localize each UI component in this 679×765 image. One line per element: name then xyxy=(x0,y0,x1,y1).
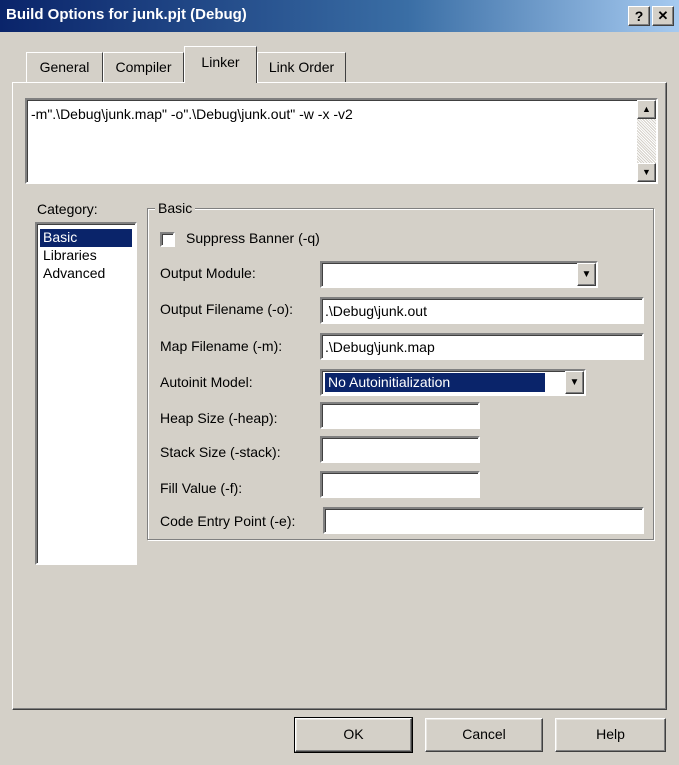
code-entry-point-label: Code Entry Point (-e): xyxy=(160,513,296,529)
close-icon[interactable]: ✕ xyxy=(652,6,674,26)
tab-linker[interactable]: Linker xyxy=(184,46,257,83)
map-filename-input[interactable]: .\Debug\junk.map xyxy=(320,333,644,360)
suppress-banner-checkbox[interactable] xyxy=(160,232,175,247)
output-module-value xyxy=(325,265,331,284)
cancel-button[interactable]: Cancel xyxy=(425,718,543,752)
autoinit-model-value: No Autoinitialization xyxy=(325,373,545,392)
tab-link-order[interactable]: Link Order xyxy=(257,52,346,82)
category-item-libraries[interactable]: Libraries xyxy=(40,247,100,265)
output-filename-label: Output Filename (-o): xyxy=(160,301,294,317)
tab-general[interactable]: General xyxy=(26,52,103,82)
code-entry-point-input[interactable] xyxy=(323,507,644,534)
scroll-down-icon[interactable]: ▼ xyxy=(637,163,656,182)
category-item-basic[interactable]: Basic xyxy=(40,229,132,247)
chevron-down-icon[interactable]: ▼ xyxy=(577,263,596,286)
tab-compiler[interactable]: Compiler xyxy=(103,52,184,82)
output-filename-input[interactable]: .\Debug\junk.out xyxy=(320,297,644,324)
map-filename-value: .\Debug\junk.map xyxy=(325,339,435,355)
autoinit-model-select[interactable]: No Autoinitialization ▼ xyxy=(320,369,586,396)
command-line-scrollbar[interactable]: ▲ ▼ xyxy=(637,100,656,182)
heap-size-input[interactable] xyxy=(320,402,480,429)
map-filename-label: Map Filename (-m): xyxy=(160,338,283,354)
window-title: Build Options for junk.pjt (Debug) xyxy=(6,6,247,23)
output-module-label: Output Module: xyxy=(160,265,256,281)
ok-button[interactable]: OK xyxy=(294,717,413,753)
chevron-down-icon[interactable]: ▼ xyxy=(565,371,584,394)
fill-value-input[interactable] xyxy=(320,471,480,498)
scroll-up-icon[interactable]: ▲ xyxy=(637,100,656,119)
autoinit-model-label: Autoinit Model: xyxy=(160,374,253,390)
output-filename-value: .\Debug\junk.out xyxy=(325,303,427,319)
heap-size-label: Heap Size (-heap): xyxy=(160,410,278,426)
command-line-textarea[interactable]: -m".\Debug\junk.map" -o".\Debug\junk.out… xyxy=(25,98,658,184)
category-item-advanced[interactable]: Advanced xyxy=(40,265,108,283)
help-icon[interactable]: ? xyxy=(628,6,650,26)
help-button[interactable]: Help xyxy=(555,718,666,752)
stack-size-label: Stack Size (-stack): xyxy=(160,444,281,460)
output-module-select[interactable]: ▼ xyxy=(320,261,598,288)
suppress-banner-label: Suppress Banner (-q) xyxy=(186,230,320,246)
groupbox-title: Basic xyxy=(155,200,196,216)
command-line-text: -m".\Debug\junk.map" -o".\Debug\junk.out… xyxy=(31,106,353,122)
category-label: Category: xyxy=(37,201,98,217)
category-list[interactable]: Basic Libraries Advanced xyxy=(35,222,137,565)
stack-size-input[interactable] xyxy=(320,436,480,463)
fill-value-label: Fill Value (-f): xyxy=(160,480,243,496)
